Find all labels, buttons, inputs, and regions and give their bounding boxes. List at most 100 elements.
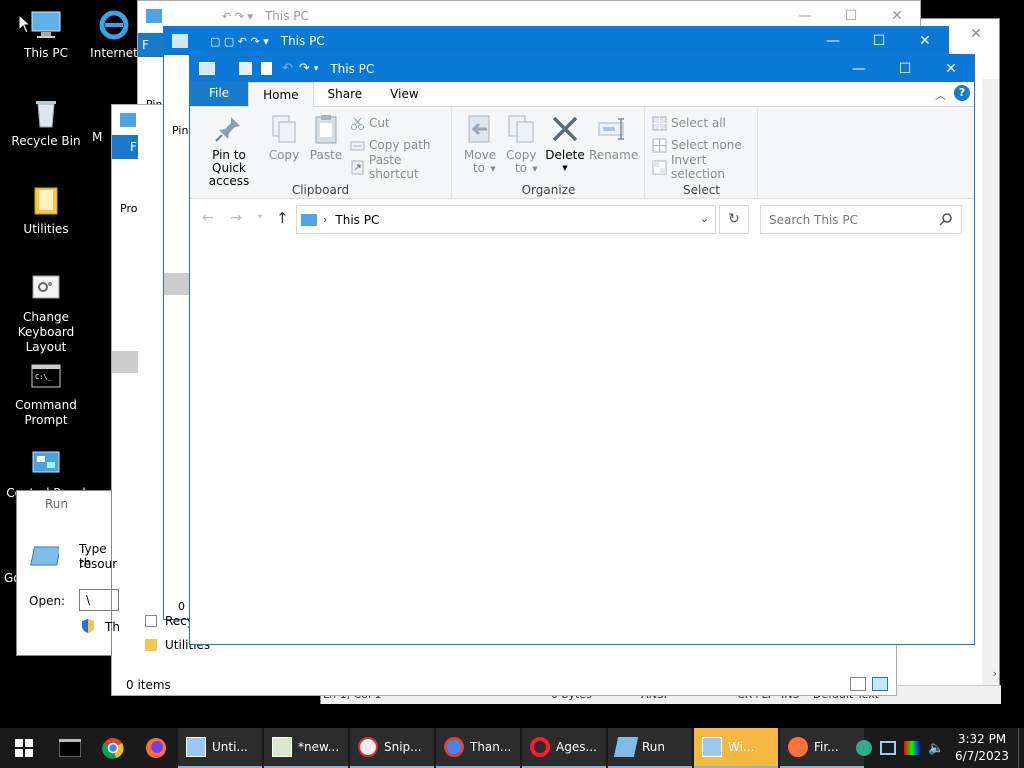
tab-home[interactable]: Home — [248, 82, 314, 107]
maximize-icon[interactable]: ☐ — [856, 27, 902, 55]
breadcrumb-chevron-icon[interactable]: › — [323, 213, 327, 226]
window-title: This PC — [280, 34, 325, 48]
view-details-icon[interactable] — [850, 677, 866, 691]
file-tab[interactable]: F — [112, 135, 138, 159]
close-icon[interactable]: ✕ — [902, 27, 948, 55]
address-history-chevron-icon[interactable]: ⌄ — [700, 212, 709, 225]
scissors-icon — [350, 116, 365, 131]
notepad-scrollbar[interactable] — [982, 79, 999, 689]
volume-muted-icon[interactable]: 🔈 — [928, 741, 944, 756]
taskbar-app-chrome[interactable]: Than... — [436, 728, 520, 768]
quick-access-toolbar: ▢ ▢ ↶ ↷ ▾ — [210, 34, 269, 48]
network-globe-icon[interactable] — [856, 740, 872, 756]
qat-customize-icon[interactable]: ▾ — [314, 64, 319, 74]
start-button[interactable] — [0, 728, 48, 768]
chrome-icon — [444, 737, 464, 757]
window-titlebar[interactable]: ↶ ↷ ▾ This PC — ☐ ✕ — [190, 55, 974, 82]
paste-button[interactable]: Paste — [306, 113, 346, 162]
show-desktop-button[interactable] — [1018, 728, 1024, 768]
select-all-icon — [652, 116, 667, 131]
address-bar[interactable]: › This PC ⌄ — [296, 205, 716, 234]
file-tab[interactable]: F — [138, 33, 164, 57]
window-titlebar[interactable]: ▢ ▢ ↶ ↷ ▾ This PC — ☐ ✕ — [164, 27, 948, 55]
qat-redo-icon[interactable]: ↷ — [299, 61, 310, 76]
network-icon[interactable] — [880, 741, 896, 755]
control-panel-icon — [29, 448, 63, 482]
ribbon-properties-label: Pro — [120, 202, 138, 215]
run-app-icon — [29, 545, 62, 570]
dropdown-arrow-icon: ▼ — [532, 165, 538, 173]
taskbar-pinned-firefox[interactable] — [134, 728, 178, 768]
horizontal-scroll-right-icon[interactable]: › — [993, 667, 997, 680]
minimize-icon[interactable]: — — [836, 55, 882, 82]
select-all-button[interactable]: Select all — [652, 113, 726, 133]
taskbar-app-run[interactable]: Run — [608, 728, 692, 768]
search-input[interactable]: Search This PC — [760, 205, 962, 234]
clock[interactable]: 3:32 PM 6/7/2023 — [952, 731, 1012, 765]
delete-x-icon — [549, 113, 581, 145]
maximize-icon[interactable]: ☐ — [882, 55, 928, 82]
file-list-pane[interactable] — [190, 239, 974, 644]
taskbar-app-opera[interactable]: Ages... — [522, 728, 606, 768]
copy-icon — [268, 113, 300, 145]
minimize-icon[interactable]: — — [810, 27, 856, 55]
desktop-icon-change-keyboard-layout[interactable]: Change Keyboard Layout — [0, 272, 92, 355]
taskbar-app-firefox[interactable]: Fir... — [780, 728, 864, 768]
search-placeholder: Search This PC — [769, 212, 858, 227]
group-label-select: Select — [682, 183, 721, 197]
invert-selection-icon — [652, 160, 667, 175]
taskbar-pinned-command-prompt[interactable] — [48, 728, 92, 768]
search-icon — [939, 212, 953, 229]
desktop-icon-partial-m[interactable]: M — [92, 130, 112, 145]
pin-icon — [213, 113, 245, 145]
copy-button[interactable]: Copy — [266, 113, 302, 162]
tab-share[interactable]: Share — [314, 82, 377, 106]
clock-date: 6/7/2023 — [955, 749, 1009, 763]
run-dialog[interactable]: Run Type th resour Open: \ Th — [16, 490, 120, 656]
help-icon[interactable]: ? — [954, 85, 970, 101]
taskbar-pinned-chrome[interactable] — [92, 728, 134, 768]
refresh-button[interactable]: ↻ — [719, 205, 749, 234]
desktop-icon-recycle-bin[interactable]: Recycle Bin — [0, 96, 92, 149]
qat-undo-icon[interactable]: ↶ — [282, 61, 293, 76]
main-explorer-window[interactable]: ↶ ↷ ▾ This PC — ☐ ✕ File Home Share View… — [189, 54, 975, 645]
command-prompt-icon — [59, 739, 81, 757]
forward-arrow-icon[interactable]: → — [230, 210, 242, 226]
qat-properties-icon[interactable] — [239, 62, 252, 75]
close-icon[interactable]: ✕ — [928, 55, 974, 82]
taskbar-app-snipping-tool[interactable]: Snip... — [350, 728, 434, 768]
tab-file[interactable]: File — [190, 81, 249, 106]
rename-button[interactable]: Rename — [589, 113, 638, 162]
qat-new-folder-icon[interactable] — [261, 62, 272, 75]
paste-shortcut-button[interactable]: Paste shortcut — [350, 153, 451, 181]
up-arrow-icon[interactable]: ↑ — [276, 209, 289, 227]
copy-to-button[interactable]: Copy to ▼ — [501, 113, 541, 176]
pin-to-quick-access-button[interactable]: Pin to Quick access — [194, 113, 264, 188]
desktop-icon-command-prompt[interactable]: C:\_ Command Prompt — [0, 360, 92, 428]
delete-button[interactable]: Delete ▼ — [545, 113, 585, 175]
nav-item-recycle-bin[interactable]: Recy — [145, 614, 194, 628]
desktop-icon-label: Recycle Bin — [11, 134, 81, 148]
view-tiles-icon[interactable] — [872, 677, 888, 691]
ribbon-collapse-icon[interactable]: ︿ — [935, 87, 946, 103]
breadcrumb-this-pc[interactable]: This PC — [335, 213, 379, 227]
tab-view[interactable]: View — [376, 82, 432, 106]
recent-locations-icon[interactable]: ▾ — [258, 212, 262, 221]
close-icon[interactable]: ✕ — [953, 19, 999, 49]
color-picker-icon[interactable] — [904, 741, 920, 755]
taskbar-app-notepad[interactable]: *new... — [264, 728, 348, 768]
taskbar-app-untitled[interactable]: Unti... — [178, 728, 262, 768]
desktop-icon-utilities[interactable]: Utilities — [0, 184, 92, 237]
copy-path-button[interactable]: Copy path — [350, 135, 431, 155]
back-arrow-icon[interactable]: ← — [202, 210, 214, 226]
move-to-button[interactable]: Move to ▼ — [459, 113, 499, 176]
run-description-line2: resour — [79, 557, 118, 571]
invert-selection-button[interactable]: Invert selection — [652, 153, 757, 181]
taskbar-app-windows-explorer[interactable]: Wi... — [694, 728, 778, 768]
run-open-input[interactable]: \ — [79, 589, 119, 611]
desktop-icon-label: M — [92, 130, 103, 144]
cut-button[interactable]: Cut — [350, 113, 390, 133]
select-none-button[interactable]: Select none — [652, 135, 742, 155]
ribbon-group-select: Select all Select none Invert selection … — [646, 107, 758, 199]
desktop-icon-label: Change Keyboard Layout — [17, 310, 75, 354]
